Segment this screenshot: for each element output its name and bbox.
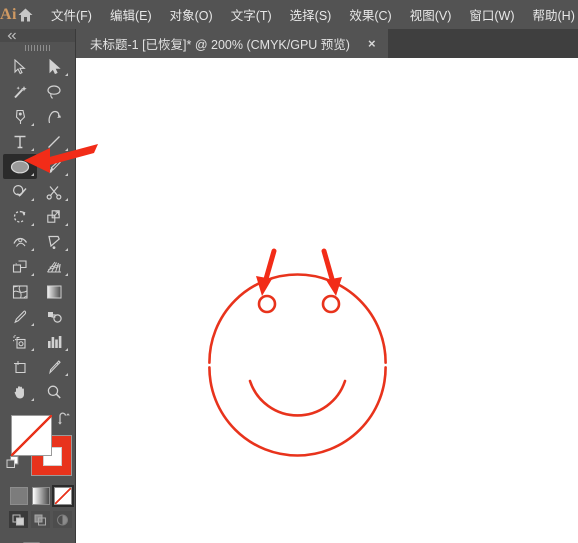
default-fill-stroke-icon[interactable] <box>6 455 20 474</box>
blend-tool[interactable] <box>37 304 71 329</box>
artboard-canvas[interactable] <box>76 58 578 543</box>
flyout-indicator <box>31 273 34 276</box>
flyout-indicator <box>31 123 34 126</box>
menu-item-file[interactable]: 文件(F) <box>42 1 101 28</box>
left-eye <box>257 294 277 314</box>
gradient-mode-button[interactable] <box>32 487 50 505</box>
menu-item-help[interactable]: 帮助(H) <box>524 1 578 28</box>
color-mode-button[interactable] <box>10 487 28 505</box>
draw-behind-button[interactable] <box>31 511 50 528</box>
slice-tool[interactable] <box>37 354 71 379</box>
type-tool[interactable] <box>3 129 37 154</box>
rotate-tool[interactable] <box>3 204 37 229</box>
menu-item-edit[interactable]: 编辑(E) <box>101 1 161 28</box>
menu-bar: Ai 文件(F) 编辑(E) 对象(O) 文字(T) 选择(S) 效果(C) 视… <box>0 0 578 29</box>
flyout-indicator <box>65 348 68 351</box>
flyout-indicator <box>31 348 34 351</box>
selection-tool[interactable] <box>3 54 37 79</box>
illustrator-window: Ai 文件(F) 编辑(E) 对象(O) 文字(T) 选择(S) 效果(C) 视… <box>0 0 578 543</box>
flyout-indicator <box>31 248 34 251</box>
flyout-indicator <box>65 248 68 251</box>
shape-perspective-tool[interactable] <box>3 254 37 279</box>
document-tab[interactable]: 未标题-1 [已恢复]* @ 200% (CMYK/GPU 预览) × <box>76 29 388 58</box>
color-controls <box>0 410 74 482</box>
change-screen-mode-button[interactable] <box>0 528 75 543</box>
paintbrush-tool[interactable] <box>37 154 71 179</box>
panel-grip[interactable] <box>0 42 75 54</box>
none-slash-icon <box>11 415 52 456</box>
flyout-indicator <box>65 223 68 226</box>
flyout-indicator <box>65 273 68 276</box>
flyout-indicator <box>65 173 68 176</box>
swap-fill-stroke-icon[interactable] <box>57 412 71 430</box>
flyout-indicator <box>65 73 68 76</box>
column-graph-tool[interactable] <box>37 329 71 354</box>
fill-color-swatch[interactable] <box>11 415 52 456</box>
flyout-indicator <box>31 398 34 401</box>
flyout-indicator <box>65 148 68 151</box>
smiley-face-artwork <box>208 273 387 457</box>
document-tab-bar: 未标题-1 [已恢复]* @ 200% (CMYK/GPU 预览) × <box>76 29 578 58</box>
draw-normal-button[interactable] <box>9 511 28 528</box>
right-eye <box>321 294 341 314</box>
color-mode-bar <box>0 482 75 507</box>
width-tool[interactable] <box>3 229 37 254</box>
flyout-indicator <box>31 148 34 151</box>
scale-tool[interactable] <box>37 204 71 229</box>
free-transform-tool[interactable] <box>37 229 71 254</box>
close-icon[interactable]: × <box>364 37 380 50</box>
artboard-tool[interactable] <box>3 354 37 379</box>
menu-item-select[interactable]: 选择(S) <box>281 1 341 28</box>
menu-item-window[interactable]: 窗口(W) <box>460 1 523 28</box>
flyout-indicator <box>31 323 34 326</box>
tools-panel <box>0 29 76 543</box>
curvature-tool[interactable] <box>37 104 71 129</box>
hand-tool[interactable] <box>3 379 37 404</box>
direct-selection-tool[interactable] <box>37 54 71 79</box>
menu-item-type[interactable]: 文字(T) <box>222 1 281 28</box>
none-mode-button[interactable] <box>52 485 74 507</box>
pen-tool[interactable] <box>3 104 37 129</box>
line-segment-tool[interactable] <box>37 129 71 154</box>
face-top-arc <box>208 273 387 364</box>
ai-logo: Ai <box>0 5 17 23</box>
home-icon[interactable] <box>17 7 34 23</box>
face-bottom-arc <box>208 366 387 457</box>
mouth-arc <box>248 379 347 417</box>
eyedropper-tool[interactable] <box>3 304 37 329</box>
zoom-tool[interactable] <box>37 379 71 404</box>
perspective-grid-tool[interactable] <box>37 254 71 279</box>
symbol-sprayer-tool[interactable] <box>3 329 37 354</box>
ellipse-tool[interactable] <box>3 154 37 179</box>
flyout-indicator <box>31 198 34 201</box>
lasso-tool[interactable] <box>37 79 71 104</box>
flyout-indicator <box>65 373 68 376</box>
menu-item-view[interactable]: 视图(V) <box>401 1 461 28</box>
menu-item-effect[interactable]: 效果(C) <box>340 1 400 28</box>
document-tab-title: 未标题-1 [已恢复]* @ 200% (CMYK/GPU 预览) <box>90 38 350 52</box>
menu-item-object[interactable]: 对象(O) <box>161 1 222 28</box>
draw-inside-button[interactable] <box>53 511 72 528</box>
menu-item-list: 文件(F) 编辑(E) 对象(O) 文字(T) 选择(S) 效果(C) 视图(V… <box>42 1 578 28</box>
collapse-panel-button[interactable] <box>0 29 75 42</box>
draw-mode-bar <box>0 505 75 528</box>
flyout-indicator <box>65 198 68 201</box>
tool-list <box>0 54 74 404</box>
gradient-tool[interactable] <box>37 279 71 304</box>
mesh-tool[interactable] <box>3 279 37 304</box>
scissors-tool[interactable] <box>37 179 71 204</box>
magic-wand-tool[interactable] <box>3 79 37 104</box>
flyout-indicator <box>31 173 34 176</box>
flyout-indicator <box>31 223 34 226</box>
shape-builder-tool[interactable] <box>3 179 37 204</box>
